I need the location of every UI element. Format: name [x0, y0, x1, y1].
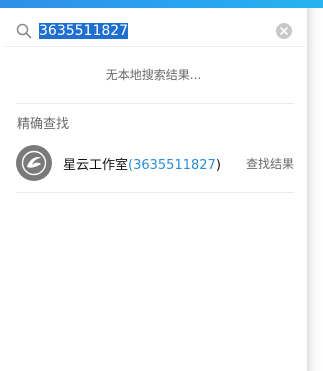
window-top-strip: [0, 0, 323, 8]
avatar: [16, 145, 52, 181]
divider: [5, 46, 305, 47]
search-dropdown-panel: 无本地搜索结果... 精确查找 星云工作室(3635511827) 查找结果: [0, 8, 307, 371]
exact-search-result-row[interactable]: 星云工作室(3635511827) 查找结果: [16, 143, 294, 183]
divider: [16, 103, 294, 104]
result-id: 3635511827: [133, 157, 216, 173]
search-bar: [10, 16, 302, 46]
avatar-logo-icon: [21, 150, 47, 176]
clear-icon[interactable]: [276, 23, 292, 39]
result-name: 星云工作室(3635511827): [63, 154, 221, 173]
search-input[interactable]: [39, 21, 259, 41]
divider: [16, 192, 294, 193]
result-title: 星云工作室: [63, 157, 129, 173]
result-id-close-paren: ): [215, 157, 221, 173]
find-result-link[interactable]: 查找结果: [246, 155, 294, 172]
panel-shadow: [307, 8, 323, 371]
no-local-results-text: 无本地搜索结果...: [105, 68, 202, 82]
search-icon: [15, 22, 33, 40]
exact-search-section-title: 精确查找: [17, 117, 70, 132]
